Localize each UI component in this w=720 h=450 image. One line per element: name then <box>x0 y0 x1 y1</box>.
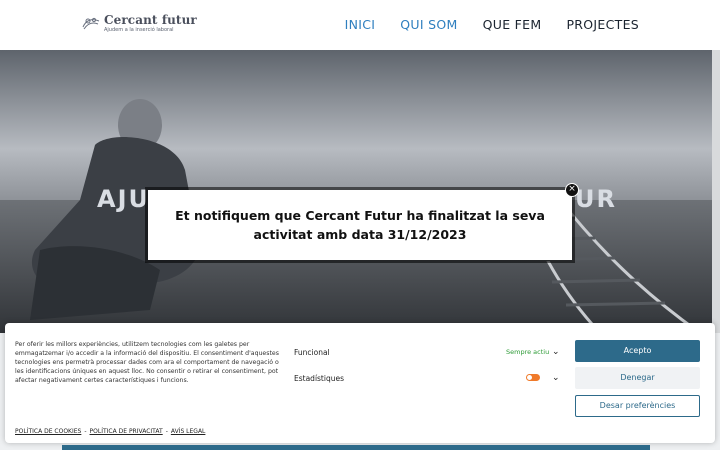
always-active-label: Sempre actiu <box>506 348 550 356</box>
modal-message: Et notifiquem que Cercant Futur ha final… <box>175 208 545 242</box>
chevron-down-icon[interactable]: ⌄ <box>552 347 560 357</box>
legal-notice-link[interactable]: AVÍS LEGAL <box>171 428 206 435</box>
nav-item-qui-som[interactable]: QUI SOM <box>400 17 457 32</box>
scrollbar[interactable] <box>712 50 720 333</box>
cookie-links: POLÍTICA DE COOKIES - POLÍTICA DE PRIVACIT… <box>15 428 205 435</box>
cookie-policy-link[interactable]: POLÍTICA DE COOKIES <box>15 428 81 435</box>
nav-item-projectes[interactable]: PROJECTES <box>566 17 639 32</box>
privacy-policy-link[interactable]: POLÍTICA DE PRIVACITAT <box>90 428 163 435</box>
hero-title-left: AJU <box>97 185 150 213</box>
statistics-toggle[interactable] <box>526 374 540 381</box>
logo-subtitle: Ajudem a la inserció laboral <box>104 26 174 33</box>
accept-button[interactable]: Acepto <box>575 340 700 362</box>
nav-item-que-fem[interactable]: QUE FEM <box>483 17 542 32</box>
chevron-down-icon[interactable]: ⌄ <box>552 373 560 383</box>
site-logo[interactable]: Cercant futur Ajudem a la inserció labor… <box>80 12 197 34</box>
category-label: Funcional <box>294 348 330 357</box>
main-nav: INICI QUI SOM QUE FEM PROJECTES <box>320 17 639 32</box>
link-separator: - <box>84 428 87 435</box>
deny-button[interactable]: Denegar <box>575 367 700 389</box>
save-preferences-button[interactable]: Desar preferències <box>575 395 700 417</box>
nav-item-inici[interactable]: INICI <box>345 17 376 32</box>
logo-title: Cercant futur <box>104 12 197 27</box>
logo-icon <box>82 17 100 30</box>
footer-bar <box>62 445 650 450</box>
cookie-description: Per oferir les millors experiències, uti… <box>15 341 279 384</box>
category-statistics[interactable]: Estadístiques ⌄ <box>294 371 564 391</box>
close-icon[interactable]: × <box>565 183 579 197</box>
hero-title-right: UR <box>575 185 617 213</box>
category-functional[interactable]: Funcional Sempre actiu ⌄ <box>294 345 564 365</box>
link-separator: - <box>165 428 168 435</box>
site-header: Cercant futur Ajudem a la inserció labor… <box>0 0 720 50</box>
notification-modal: Et notifiquem que Cercant Futur ha final… <box>148 190 572 260</box>
category-label: Estadístiques <box>294 374 344 383</box>
